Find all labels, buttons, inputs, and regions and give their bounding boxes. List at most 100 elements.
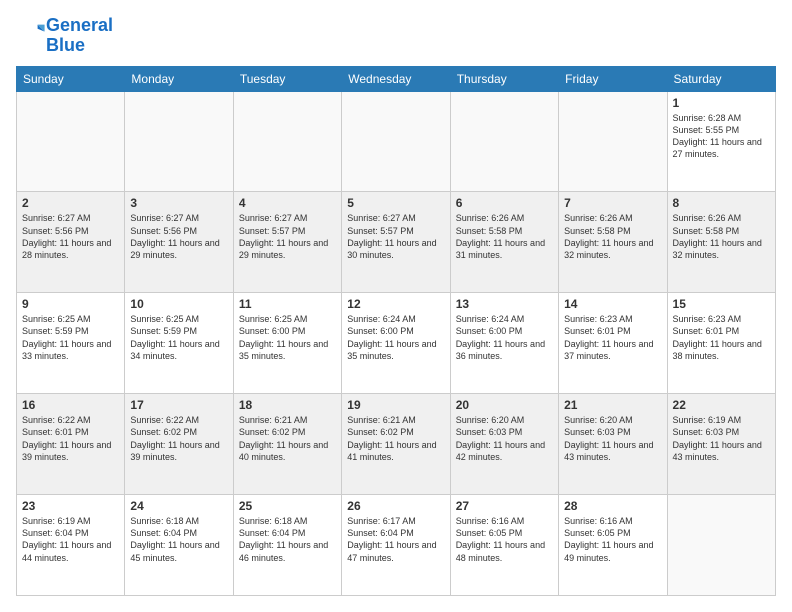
day-number: 26 bbox=[347, 499, 444, 513]
calendar-cell: 10Sunrise: 6:25 AM Sunset: 5:59 PM Dayli… bbox=[125, 293, 233, 394]
day-number: 3 bbox=[130, 196, 227, 210]
calendar-cell: 19 Sunrise: 6:21 AM Sunset: 6:02 PM Dayli… bbox=[342, 394, 450, 495]
day-info: Sunrise: 6:27 AM Sunset: 5:56 PM Dayligh… bbox=[130, 212, 227, 261]
calendar-cell: 7 Sunrise: 6:26 AM Sunset: 5:58 PM Daylig… bbox=[559, 192, 667, 293]
day-info: Sunrise: 6:27 AM Sunset: 5:57 PM Dayligh… bbox=[347, 212, 444, 261]
col-wednesday: Wednesday bbox=[342, 66, 450, 91]
day-info: Sunrise: 6:16 AM Sunset: 6:05 PM Dayligh… bbox=[456, 515, 553, 564]
col-sunday: Sunday bbox=[17, 66, 125, 91]
day-info: Sunrise: 6:25 AM Sunset: 5:59 PM Dayligh… bbox=[130, 313, 227, 362]
day-number: 12 bbox=[347, 297, 444, 311]
day-number: 9 bbox=[22, 297, 119, 311]
day-number: 1 bbox=[673, 96, 770, 110]
day-number: 20 bbox=[456, 398, 553, 412]
day-info: Sunrise: 6:20 AM Sunset: 6:03 PM Dayligh… bbox=[564, 414, 661, 463]
col-friday: Friday bbox=[559, 66, 667, 91]
logo-icon bbox=[18, 19, 46, 47]
logo: General Blue bbox=[16, 16, 113, 56]
day-number: 24 bbox=[130, 499, 227, 513]
day-number: 14 bbox=[564, 297, 661, 311]
day-number: 27 bbox=[456, 499, 553, 513]
calendar-cell: 14 Sunrise: 6:23 AM Sunset: 6:01 PM Dayli… bbox=[559, 293, 667, 394]
day-info: Sunrise: 6:23 AM Sunset: 6:01 PM Dayligh… bbox=[564, 313, 661, 362]
day-info: Sunrise: 6:18 AM Sunset: 6:04 PM Dayligh… bbox=[239, 515, 336, 564]
calendar-cell bbox=[667, 495, 775, 596]
calendar-cell: 26 Sunrise: 6:17 AM Sunset: 6:04 PM Dayli… bbox=[342, 495, 450, 596]
calendar-cell bbox=[125, 91, 233, 192]
day-info: Sunrise: 6:25 AM Sunset: 6:00 PM Dayligh… bbox=[239, 313, 336, 362]
calendar-cell: 21 Sunrise: 6:20 AM Sunset: 6:03 PM Dayli… bbox=[559, 394, 667, 495]
day-info: Sunrise: 6:26 AM Sunset: 5:58 PM Dayligh… bbox=[673, 212, 770, 261]
calendar-header-row: Sunday Monday Tuesday Wednesday Thursday… bbox=[17, 66, 776, 91]
calendar-cell bbox=[342, 91, 450, 192]
calendar-cell: 17 Sunrise: 6:22 AM Sunset: 6:02 PM Dayli… bbox=[125, 394, 233, 495]
header: General Blue bbox=[16, 16, 776, 56]
calendar-cell: 12 Sunrise: 6:24 AM Sunset: 6:00 PM Dayli… bbox=[342, 293, 450, 394]
day-info: Sunrise: 6:24 AM Sunset: 6:00 PM Dayligh… bbox=[347, 313, 444, 362]
calendar-cell: 28Sunrise: 6:16 AM Sunset: 6:05 PM Dayli… bbox=[559, 495, 667, 596]
day-info: Sunrise: 6:27 AM Sunset: 5:57 PM Dayligh… bbox=[239, 212, 336, 261]
day-info: Sunrise: 6:26 AM Sunset: 5:58 PM Dayligh… bbox=[456, 212, 553, 261]
col-saturday: Saturday bbox=[667, 66, 775, 91]
calendar-cell bbox=[559, 91, 667, 192]
day-number: 8 bbox=[673, 196, 770, 210]
calendar-cell: 16 Sunrise: 6:22 AM Sunset: 6:01 PM Dayli… bbox=[17, 394, 125, 495]
col-tuesday: Tuesday bbox=[233, 66, 341, 91]
day-info: Sunrise: 6:26 AM Sunset: 5:58 PM Dayligh… bbox=[564, 212, 661, 261]
calendar-cell: 6 Sunrise: 6:26 AM Sunset: 5:58 PM Daylig… bbox=[450, 192, 558, 293]
day-number: 5 bbox=[347, 196, 444, 210]
calendar-cell: 24 Sunrise: 6:18 AM Sunset: 6:04 PM Dayli… bbox=[125, 495, 233, 596]
calendar-cell bbox=[17, 91, 125, 192]
day-number: 17 bbox=[130, 398, 227, 412]
day-info: Sunrise: 6:22 AM Sunset: 6:02 PM Dayligh… bbox=[130, 414, 227, 463]
calendar-cell: 3 Sunrise: 6:27 AM Sunset: 5:56 PM Daylig… bbox=[125, 192, 233, 293]
day-number: 22 bbox=[673, 398, 770, 412]
day-info: Sunrise: 6:20 AM Sunset: 6:03 PM Dayligh… bbox=[456, 414, 553, 463]
day-info: Sunrise: 6:18 AM Sunset: 6:04 PM Dayligh… bbox=[130, 515, 227, 564]
day-number: 19 bbox=[347, 398, 444, 412]
day-info: Sunrise: 6:24 AM Sunset: 6:00 PM Dayligh… bbox=[456, 313, 553, 362]
day-number: 28 bbox=[564, 499, 661, 513]
day-number: 25 bbox=[239, 499, 336, 513]
day-info: Sunrise: 6:22 AM Sunset: 6:01 PM Dayligh… bbox=[22, 414, 119, 463]
calendar-cell: 1 Sunrise: 6:28 AM Sunset: 5:55 PM Daylig… bbox=[667, 91, 775, 192]
calendar-cell: 20 Sunrise: 6:20 AM Sunset: 6:03 PM Dayli… bbox=[450, 394, 558, 495]
day-number: 16 bbox=[22, 398, 119, 412]
day-info: Sunrise: 6:19 AM Sunset: 6:04 PM Dayligh… bbox=[22, 515, 119, 564]
day-info: Sunrise: 6:21 AM Sunset: 6:02 PM Dayligh… bbox=[239, 414, 336, 463]
calendar-cell: 27 Sunrise: 6:16 AM Sunset: 6:05 PM Dayli… bbox=[450, 495, 558, 596]
day-info: Sunrise: 6:27 AM Sunset: 5:56 PM Dayligh… bbox=[22, 212, 119, 261]
day-info: Sunrise: 6:19 AM Sunset: 6:03 PM Dayligh… bbox=[673, 414, 770, 463]
day-number: 6 bbox=[456, 196, 553, 210]
day-number: 2 bbox=[22, 196, 119, 210]
day-info: Sunrise: 6:21 AM Sunset: 6:02 PM Dayligh… bbox=[347, 414, 444, 463]
calendar-cell: 25 Sunrise: 6:18 AM Sunset: 6:04 PM Dayli… bbox=[233, 495, 341, 596]
day-info: Sunrise: 6:25 AM Sunset: 5:59 PM Dayligh… bbox=[22, 313, 119, 362]
calendar-cell: 18 Sunrise: 6:21 AM Sunset: 6:02 PM Dayli… bbox=[233, 394, 341, 495]
calendar-cell bbox=[450, 91, 558, 192]
day-number: 18 bbox=[239, 398, 336, 412]
col-monday: Monday bbox=[125, 66, 233, 91]
calendar-cell: 4 Sunrise: 6:27 AM Sunset: 5:57 PM Daylig… bbox=[233, 192, 341, 293]
day-number: 7 bbox=[564, 196, 661, 210]
calendar-cell: 8 Sunrise: 6:26 AM Sunset: 5:58 PM Daylig… bbox=[667, 192, 775, 293]
day-number: 13 bbox=[456, 297, 553, 311]
calendar-cell: 23 Sunrise: 6:19 AM Sunset: 6:04 PM Dayli… bbox=[17, 495, 125, 596]
calendar-cell: 22 Sunrise: 6:19 AM Sunset: 6:03 PM Dayli… bbox=[667, 394, 775, 495]
logo-text: General Blue bbox=[46, 16, 113, 56]
calendar-cell: 13 Sunrise: 6:24 AM Sunset: 6:00 PM Dayli… bbox=[450, 293, 558, 394]
col-thursday: Thursday bbox=[450, 66, 558, 91]
calendar-cell: 5 Sunrise: 6:27 AM Sunset: 5:57 PM Daylig… bbox=[342, 192, 450, 293]
day-number: 23 bbox=[22, 499, 119, 513]
calendar-cell: 15Sunrise: 6:23 AM Sunset: 6:01 PM Dayli… bbox=[667, 293, 775, 394]
day-info: Sunrise: 6:17 AM Sunset: 6:04 PM Dayligh… bbox=[347, 515, 444, 564]
day-number: 11 bbox=[239, 297, 336, 311]
calendar-cell: 11 Sunrise: 6:25 AM Sunset: 6:00 PM Dayli… bbox=[233, 293, 341, 394]
day-number: 4 bbox=[239, 196, 336, 210]
calendar-cell bbox=[233, 91, 341, 192]
calendar-cell: 9 Sunrise: 6:25 AM Sunset: 5:59 PM Daylig… bbox=[17, 293, 125, 394]
day-number: 21 bbox=[564, 398, 661, 412]
day-info: Sunrise: 6:23 AM Sunset: 6:01 PM Dayligh… bbox=[673, 313, 770, 362]
page: General Blue Sunday Monday Tuesday Wedne… bbox=[0, 0, 792, 612]
day-info: Sunrise: 6:28 AM Sunset: 5:55 PM Dayligh… bbox=[673, 112, 770, 161]
